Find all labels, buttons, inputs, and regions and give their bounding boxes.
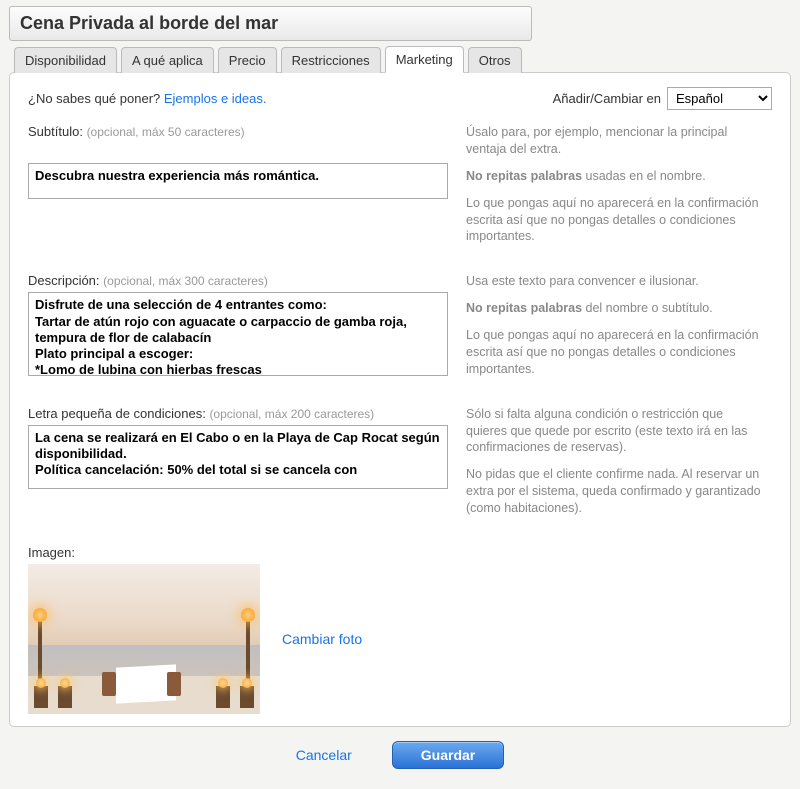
tabs: Disponibilidad A qué aplica Precio Restr… <box>14 46 791 73</box>
language-label: Añadir/Cambiar en <box>553 91 661 106</box>
tab-marketing[interactable]: Marketing <box>385 46 464 73</box>
subtitle-label-text: Subtítulo: <box>28 124 83 139</box>
language-picker: Añadir/Cambiar en Español <box>553 87 772 110</box>
fineprint-hint: (opcional, máx 200 caracteres) <box>209 407 374 421</box>
change-photo-link[interactable]: Cambiar foto <box>282 631 362 647</box>
subtitle-label: Subtítulo: (opcional, máx 50 caracteres) <box>28 124 448 139</box>
description-label-text: Descripción: <box>28 273 100 288</box>
fineprint-label-text: Letra pequeña de condiciones: <box>28 406 206 421</box>
image-thumbnail[interactable] <box>28 564 260 714</box>
help-prompt: ¿No sabes qué poner? Ejemplos e ideas. <box>28 91 267 106</box>
cancel-button[interactable]: Cancelar <box>296 747 352 763</box>
save-button[interactable]: Guardar <box>392 741 504 769</box>
fineprint-help-1: Sólo si falta alguna condición o restric… <box>466 406 766 457</box>
language-select[interactable]: Español <box>667 87 772 110</box>
subtitle-hint: (opcional, máx 50 caracteres) <box>87 125 245 139</box>
page-title: Cena Privada al borde del mar <box>9 6 532 41</box>
tab-availability[interactable]: Disponibilidad <box>14 47 117 73</box>
footer-actions: Cancelar Guardar <box>0 733 800 789</box>
fineprint-label: Letra pequeña de condiciones: (opcional,… <box>28 406 448 421</box>
description-help-2: No repitas palabras del nombre o subtítu… <box>466 300 766 317</box>
fineprint-help-2: No pidas que el cliente confirme nada. A… <box>466 466 766 517</box>
tab-restrictions[interactable]: Restricciones <box>281 47 381 73</box>
subtitle-help-2: No repitas palabras usadas en el nombre. <box>466 168 766 185</box>
subtitle-help-1: Úsalo para, por ejemplo, mencionar la pr… <box>466 124 766 158</box>
description-label: Descripción: (opcional, máx 300 caracter… <box>28 273 448 288</box>
help-prompt-text: ¿No sabes qué poner? <box>28 91 164 106</box>
examples-link[interactable]: Ejemplos e ideas. <box>164 91 267 106</box>
description-hint: (opcional, máx 300 caracteres) <box>103 274 268 288</box>
image-label: Imagen: <box>28 545 772 560</box>
marketing-panel: ¿No sabes qué poner? Ejemplos e ideas. A… <box>9 72 791 727</box>
tab-price[interactable]: Precio <box>218 47 277 73</box>
subtitle-help-3: Lo que pongas aquí no aparecerá en la co… <box>466 195 766 246</box>
description-help-3: Lo que pongas aquí no aparecerá en la co… <box>466 327 766 378</box>
fineprint-input[interactable] <box>28 425 448 489</box>
subtitle-input[interactable] <box>28 163 448 199</box>
tab-applies[interactable]: A qué aplica <box>121 47 214 73</box>
description-help-1: Usa este texto para convencer e ilusiona… <box>466 273 766 290</box>
tab-others[interactable]: Otros <box>468 47 522 73</box>
description-input[interactable] <box>28 292 448 376</box>
